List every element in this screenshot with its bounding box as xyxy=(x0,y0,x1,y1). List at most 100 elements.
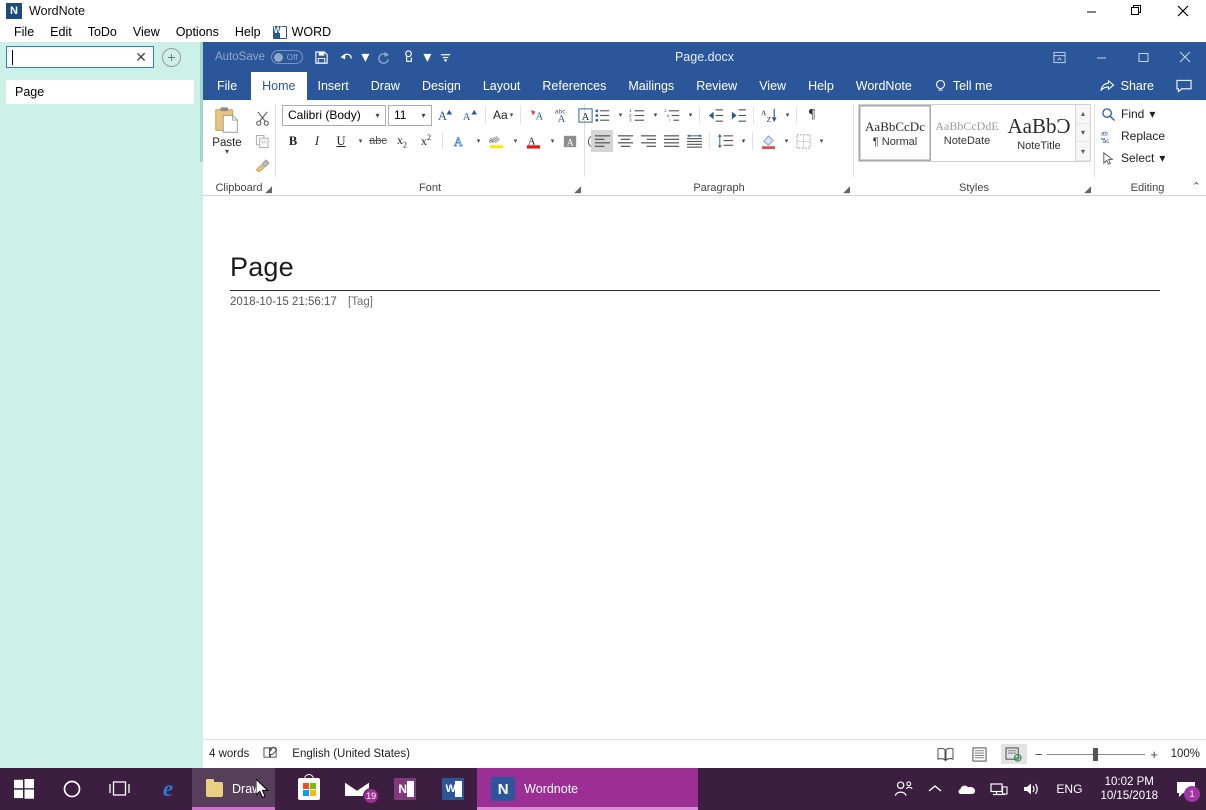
font-name-combo[interactable]: Calibri (Body) ▾ xyxy=(282,105,386,126)
document-meta-line[interactable]: 2018-10-15 21:56:17 [Tag] xyxy=(230,296,373,308)
paragraph-dialog-launcher[interactable]: ◢ xyxy=(843,184,850,195)
align-right-icon[interactable] xyxy=(637,130,659,152)
read-mode-icon[interactable] xyxy=(933,744,959,764)
add-page-button[interactable]: + xyxy=(162,48,181,67)
wordnote-minimize-button[interactable] xyxy=(1068,0,1114,22)
action-center-icon[interactable]: 1 xyxy=(1168,768,1204,810)
task-view-icon[interactable] xyxy=(96,768,144,810)
taskbar-item-wordnote[interactable]: N Wordnote xyxy=(477,768,698,810)
shading-dropdown-icon[interactable]: ▾ xyxy=(780,130,791,152)
format-painter-icon[interactable] xyxy=(251,154,273,175)
replace-button[interactable]: ab ac Replace xyxy=(1101,126,1165,146)
character-shading-icon[interactable]: A xyxy=(559,130,581,152)
tab-home[interactable]: Home xyxy=(251,72,306,100)
tab-mailings[interactable]: Mailings xyxy=(617,72,685,100)
wordnote-close-button[interactable] xyxy=(1160,0,1206,22)
shrink-font-icon[interactable]: A xyxy=(458,104,480,126)
increase-indent-icon[interactable] xyxy=(727,104,749,126)
justify-icon[interactable] xyxy=(660,130,682,152)
tab-draw[interactable]: Draw xyxy=(360,72,411,100)
font-color-dropdown-icon[interactable]: ▾ xyxy=(546,130,557,152)
people-icon[interactable] xyxy=(888,768,918,810)
font-size-combo[interactable]: 11 ▾ xyxy=(388,105,432,126)
grow-font-icon[interactable]: A xyxy=(434,104,456,126)
numbering-icon[interactable]: 1 2 3 xyxy=(626,104,648,126)
web-layout-icon[interactable] xyxy=(1001,744,1027,764)
collapse-ribbon-icon[interactable]: ⌃ xyxy=(1192,180,1201,193)
word-close-button[interactable] xyxy=(1164,42,1206,72)
phonetic-guide-icon[interactable]: abc A xyxy=(550,104,572,126)
search-box[interactable]: ✕ xyxy=(6,46,154,68)
find-dropdown-icon[interactable]: ▾ xyxy=(1149,107,1155,121)
zoom-thumb[interactable] xyxy=(1093,748,1098,761)
text-highlight-icon[interactable]: ab xyxy=(485,130,507,152)
menu-help[interactable]: Help xyxy=(227,23,269,41)
word-restore-button[interactable] xyxy=(1122,42,1164,72)
onedrive-icon[interactable] xyxy=(952,768,982,810)
tab-view[interactable]: View xyxy=(748,72,797,100)
tab-insert[interactable]: Insert xyxy=(307,72,360,100)
multilevel-list-icon[interactable]: 1 a i xyxy=(661,104,683,126)
proofing-errors-icon[interactable] xyxy=(263,746,278,763)
tab-design[interactable]: Design xyxy=(411,72,472,100)
document-heading[interactable]: Page xyxy=(230,252,294,283)
search-input[interactable] xyxy=(12,49,134,65)
sort-icon[interactable]: A Z xyxy=(758,104,780,126)
customize-qat-icon[interactable] xyxy=(434,45,458,69)
save-icon[interactable] xyxy=(310,45,334,69)
menu-file[interactable]: File xyxy=(6,23,42,41)
print-layout-icon[interactable] xyxy=(967,744,993,764)
tab-references[interactable]: References xyxy=(531,72,617,100)
clear-formatting-icon[interactable]: A xyxy=(526,104,548,126)
superscript-icon[interactable]: x2 xyxy=(415,130,437,152)
chevron-down-icon[interactable]: ▾ xyxy=(370,111,385,120)
change-case-icon[interactable]: Aa▾ xyxy=(491,104,515,126)
chevron-down-icon[interactable]: ▾ xyxy=(416,111,431,120)
sort-dropdown-icon[interactable]: ▾ xyxy=(781,104,792,126)
text-effects-dropdown-icon[interactable]: ▾ xyxy=(472,130,483,152)
tab-wordnote[interactable]: WordNote xyxy=(845,72,923,100)
zoom-out-button[interactable]: − xyxy=(1035,747,1043,762)
language-indicator[interactable]: English (United States) xyxy=(292,748,410,760)
edge-icon[interactable]: e xyxy=(144,768,192,810)
menu-word[interactable]: WORD xyxy=(269,23,338,41)
align-center-icon[interactable] xyxy=(614,130,636,152)
zoom-level[interactable]: 100% xyxy=(1166,748,1200,760)
underline-dropdown-icon[interactable]: ▾ xyxy=(354,130,365,152)
style-item-notetitle[interactable]: AaBbƆ NoteTitle xyxy=(1003,105,1075,161)
font-color-icon[interactable]: A xyxy=(522,130,544,152)
styles-gallery-scrollbar[interactable]: ▴ ▾ ▾ xyxy=(1075,105,1090,161)
select-button[interactable]: Select ▾ xyxy=(1101,148,1165,168)
undo-dropdown-icon[interactable]: ▾ xyxy=(360,45,371,69)
gallery-scroll-down-icon[interactable]: ▾ xyxy=(1076,124,1090,143)
cortana-icon[interactable] xyxy=(48,768,96,810)
menu-edit[interactable]: Edit xyxy=(42,23,80,41)
redo-icon[interactable] xyxy=(372,45,396,69)
clear-search-icon[interactable]: ✕ xyxy=(132,48,150,66)
word-minimize-button[interactable] xyxy=(1080,42,1122,72)
clipboard-dialog-launcher[interactable]: ◢ xyxy=(265,184,272,195)
decrease-indent-icon[interactable] xyxy=(704,104,726,126)
zoom-track[interactable] xyxy=(1047,754,1145,755)
subscript-icon[interactable]: x2 xyxy=(391,130,413,152)
zoom-slider[interactable]: − + xyxy=(1035,747,1158,762)
style-item-notedate[interactable]: AaBbCcDdE NoteDate xyxy=(931,105,1003,161)
microsoft-store-icon[interactable] xyxy=(285,768,333,810)
windows-start-icon[interactable] xyxy=(0,768,48,810)
select-dropdown-icon[interactable]: ▾ xyxy=(1159,151,1165,165)
share-button[interactable]: Share xyxy=(1092,79,1162,93)
font-dialog-launcher[interactable]: ◢ xyxy=(574,184,581,195)
tab-layout[interactable]: Layout xyxy=(472,72,532,100)
menu-options[interactable]: Options xyxy=(168,23,227,41)
shading-icon[interactable] xyxy=(757,130,779,152)
bullets-dropdown-icon[interactable]: ▾ xyxy=(614,104,625,126)
autosave-toggle[interactable]: Off xyxy=(271,50,303,64)
bold-icon[interactable]: B xyxy=(282,130,304,152)
word-count[interactable]: 4 words xyxy=(209,748,249,760)
wordnote-restore-button[interactable] xyxy=(1114,0,1160,22)
ribbon-display-options-icon[interactable] xyxy=(1038,42,1080,72)
multilevel-list-dropdown-icon[interactable]: ▾ xyxy=(684,104,695,126)
line-spacing-icon[interactable] xyxy=(714,130,736,152)
touch-mode-dropdown-icon[interactable]: ▾ xyxy=(422,45,433,69)
strikethrough-icon[interactable]: abc xyxy=(367,130,389,152)
